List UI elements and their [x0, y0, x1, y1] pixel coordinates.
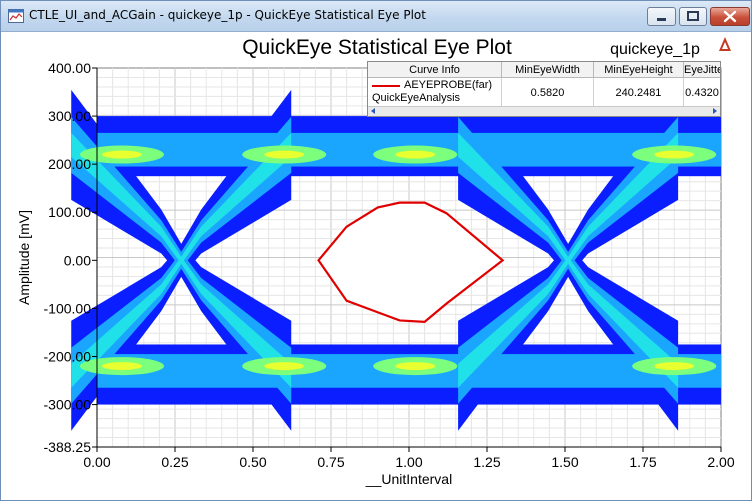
ansys-logo	[719, 37, 731, 51]
y-tick-label: 300.00	[48, 108, 91, 124]
x-tick-label: 1.25	[473, 454, 500, 470]
y-tick-label: 100.00	[48, 204, 91, 220]
scroll-right-icon[interactable]	[710, 107, 719, 115]
x-tick-label: 2.00	[707, 454, 734, 470]
y-tick-label: -100.00	[44, 300, 92, 316]
eye-hotspot-peak	[395, 150, 436, 159]
x-tick-label: 0.75	[317, 454, 344, 470]
legend-header-min-eye-width[interactable]: MinEyeWidth	[502, 62, 594, 78]
y-tick-label: -388.25	[44, 439, 92, 455]
app-window: CTLE_UI_and_ACGain - quickeye_1p - Quick…	[0, 0, 752, 501]
x-tick-label: 1.75	[629, 454, 656, 470]
legend-curve-swatch	[372, 85, 400, 87]
minimize-icon	[657, 18, 666, 21]
legend-header-min-eye-height[interactable]: MinEyeHeight	[594, 62, 684, 78]
x-tick-label: 0.50	[239, 454, 266, 470]
legend-curve-name: AEYEPROBE(far)	[404, 79, 493, 91]
y-tick-label: -200.00	[44, 348, 92, 364]
legend-header-curve-info[interactable]: Curve Info	[368, 62, 502, 78]
eye-hotspot-peak	[101, 150, 142, 159]
y-tick-label: -300.00	[44, 397, 92, 413]
x-axis-label: __UnitInterval	[365, 471, 452, 487]
title-bar[interactable]: CTLE_UI_and_ACGain - quickeye_1p - Quick…	[1, 1, 751, 32]
window-title: CTLE_UI_and_ACGain - quickeye_1p - Quick…	[29, 8, 426, 22]
eye-hotspot-peak	[264, 362, 305, 371]
plot-area[interactable]: QuickEye Statistical Eye Plot quickeye_1p…	[2, 32, 751, 500]
maximize-icon	[687, 11, 699, 21]
x-tick-label: 0.25	[161, 454, 188, 470]
legend-header-eye-jitter[interactable]: EyeJitte...	[684, 62, 720, 78]
minimize-button[interactable]	[647, 7, 676, 26]
app-icon	[8, 9, 24, 23]
y-tick-label: 400.00	[48, 60, 91, 76]
legend-min-eye-height-value: 240.2481	[594, 78, 684, 108]
plot-subtitle: quickeye_1p	[610, 41, 700, 58]
legend-eye-jitter-value: 0.4320	[685, 87, 719, 99]
y-tick-label: 0.00	[64, 252, 91, 268]
eye-hotspot-peak	[395, 362, 436, 371]
y-tick-label: 200.00	[48, 156, 91, 172]
x-tick-label: 1.00	[395, 454, 422, 470]
legend-table[interactable]: Curve Info MinEyeWidth MinEyeHeight EyeJ…	[367, 61, 721, 117]
legend-curve-analysis: QuickEyeAnalysis	[372, 92, 461, 104]
x-tick-label: 1.50	[551, 454, 578, 470]
plot-title: QuickEye Statistical Eye Plot	[242, 36, 512, 59]
eye-hotspot-peak	[654, 362, 695, 371]
close-button[interactable]	[710, 7, 750, 26]
close-icon	[723, 10, 737, 23]
y-axis-label: Amplitude [mV]	[16, 210, 32, 305]
eye-hotspot-peak	[264, 150, 305, 159]
x-tick-label: 0.00	[83, 454, 110, 470]
eye-hotspot-peak	[101, 362, 142, 371]
scroll-left-icon[interactable]	[369, 107, 378, 115]
legend-horizontal-scrollbar[interactable]	[368, 106, 720, 116]
eye-hotspot-peak	[654, 150, 695, 159]
legend-min-eye-width-value: 0.5820	[502, 78, 594, 108]
legend-curve-info-cell: AEYEPROBE(far) QuickEyeAnalysis	[368, 78, 502, 108]
maximize-button[interactable]	[679, 7, 707, 26]
